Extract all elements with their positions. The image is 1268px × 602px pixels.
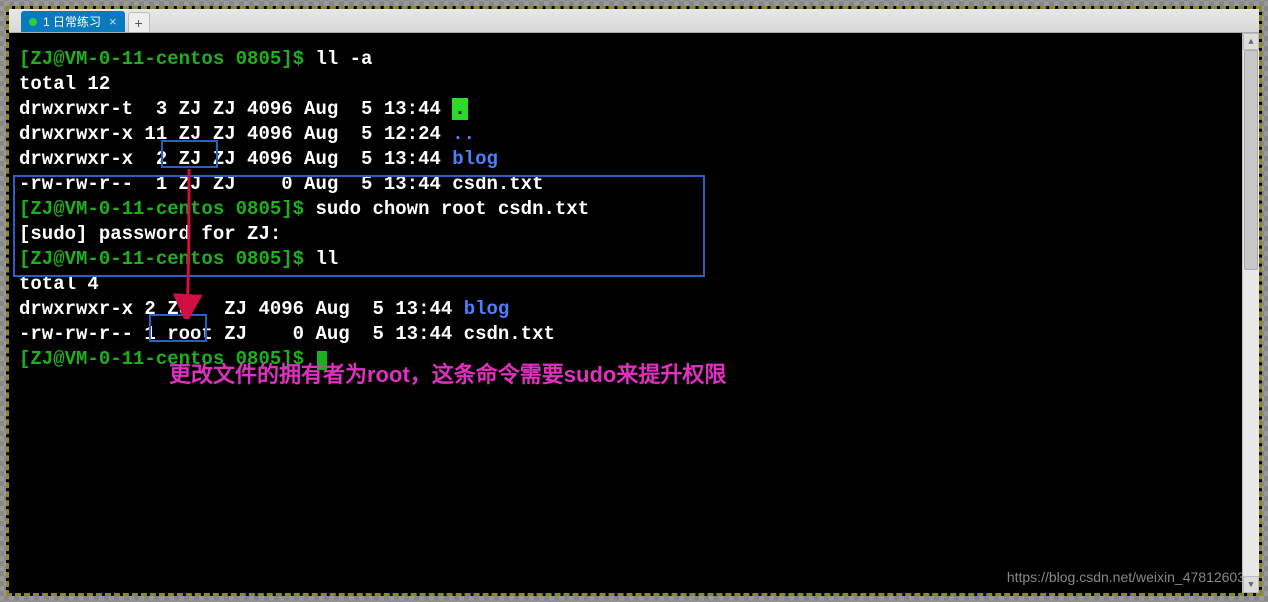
output-line: -rw-rw-r-- 1 ZJ ZJ 0 Aug 5 13:44 csdn.tx… xyxy=(19,172,1249,197)
terminal-output[interactable]: [ZJ@VM-0-11-centos 0805]$ ll -a total 12… xyxy=(9,33,1259,593)
scrollbar[interactable]: ▲ ▼ xyxy=(1242,33,1259,593)
scroll-down-button[interactable]: ▼ xyxy=(1243,576,1259,593)
dir-parent: .. xyxy=(452,123,475,145)
prompt: [ZJ@VM-0-11-centos 0805]$ xyxy=(19,248,315,270)
dir-blog: blog xyxy=(452,148,498,170)
output-line: drwxrwxr-t 3 ZJ ZJ 4096 Aug 5 13:44 xyxy=(19,98,452,120)
prompt: [ZJ@VM-0-11-centos 0805]$ xyxy=(19,48,315,70)
cmd-text: ll -a xyxy=(315,48,372,70)
plus-icon: + xyxy=(135,15,143,31)
watermark: https://blog.csdn.net/weixin_47812603 xyxy=(1007,569,1245,585)
chevron-down-icon: ▼ xyxy=(1248,580,1253,590)
chevron-up-icon: ▲ xyxy=(1248,37,1253,47)
annotation-text: 更改文件的拥有者为root，这条命令需要sudo来提升权限 xyxy=(169,357,726,389)
tab-bar: 1 日常练习 × + xyxy=(9,9,1259,33)
prompt: [ZJ@VM-0-11-centos 0805]$ xyxy=(19,198,315,220)
output-line: drwxrwxr-x 2 ZJ ZJ 4096 Aug 5 13:44 xyxy=(19,298,464,320)
scroll-up-button[interactable]: ▲ xyxy=(1243,33,1259,50)
output-line: drwxrwxr-x 2 ZJ ZJ 4096 Aug 5 13:44 xyxy=(19,148,452,170)
close-icon[interactable]: × xyxy=(107,14,119,29)
status-dot-icon xyxy=(29,18,37,26)
output-line: total 12 xyxy=(19,72,1249,97)
new-tab-button[interactable]: + xyxy=(128,12,150,32)
scroll-track[interactable] xyxy=(1243,50,1259,576)
output-line: total 4 xyxy=(19,272,1249,297)
output-line: [sudo] password for ZJ: xyxy=(19,222,1249,247)
cmd-text: sudo chown root csdn.txt xyxy=(315,198,589,220)
output-line: drwxrwxr-x 11 ZJ ZJ 4096 Aug 5 12:24 xyxy=(19,123,452,145)
dir-blog: blog xyxy=(464,298,510,320)
window-frame: 1 日常练习 × + [ZJ@VM-0-11-centos 0805]$ ll … xyxy=(6,6,1262,596)
tab-title: 1 日常练习 xyxy=(43,13,101,30)
scroll-thumb[interactable] xyxy=(1244,50,1258,270)
dir-current: . xyxy=(452,98,467,120)
cmd-text: ll xyxy=(315,248,338,270)
output-line: -rw-rw-r-- 1 root ZJ 0 Aug 5 13:44 csdn.… xyxy=(19,322,1249,347)
tab-active[interactable]: 1 日常练习 × xyxy=(21,11,125,32)
